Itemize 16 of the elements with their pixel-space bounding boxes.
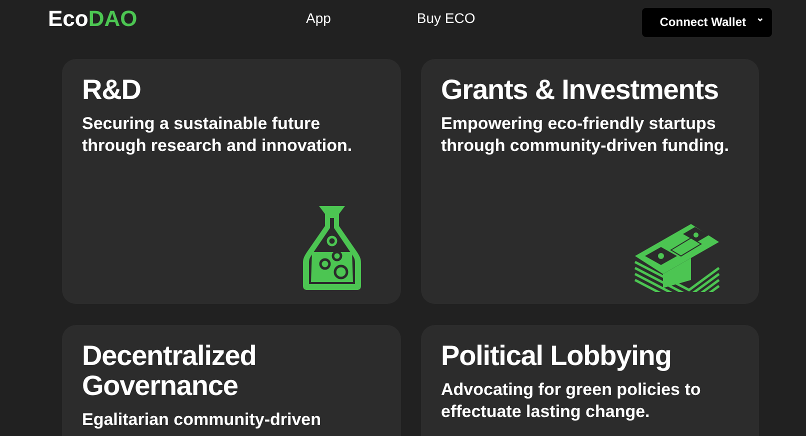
logo-text[interactable]: DAO	[88, 2, 138, 34]
card-description: Advocating for green policies to effectuate lasting change.	[441, 379, 702, 423]
card-title: R&D	[82, 75, 142, 105]
card-title: Political Lobbying	[441, 341, 672, 371]
card-description: Securing a sustainable future through research and innovation.	[82, 113, 354, 157]
connect-wallet-button[interactable]: Connect Wallet ⌄	[642, 8, 772, 36]
caret-icon: ⌄	[756, 14, 764, 24]
logo-text[interactable]: Eco	[48, 2, 88, 34]
nav-link[interactable]: App	[306, 8, 331, 28]
card-description: Egalitarian community-driven	[82, 409, 322, 431]
card-description: Empowering eco-friendly startups through community-driven funding.	[441, 113, 730, 157]
nav-link[interactable]: Buy ECO	[416, 8, 476, 28]
money-stack-icon	[633, 222, 721, 292]
card-title: Decentralized Governance	[82, 341, 258, 401]
card-title: Grants & Investments	[441, 75, 720, 105]
flask-icon	[301, 204, 363, 292]
